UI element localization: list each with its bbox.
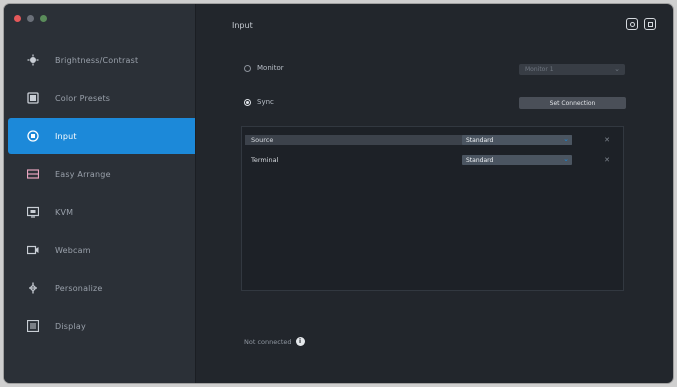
easy-arrange-icon bbox=[27, 168, 39, 180]
sidebar-item-color-presets[interactable]: Color Presets bbox=[4, 80, 195, 116]
sidebar-item-label: Personalize bbox=[55, 283, 103, 293]
input-source-value: Standard bbox=[466, 156, 494, 164]
monitor-panel: Source Standard ⌄ ✕ Terminal Standard ⌄ … bbox=[241, 126, 624, 291]
sidebar-item-brightness[interactable]: Brightness/Contrast bbox=[4, 42, 195, 78]
input-icon bbox=[27, 130, 39, 142]
maximize-window-button[interactable] bbox=[40, 15, 47, 22]
app-window: Brightness/Contrast Color Presets Input … bbox=[4, 4, 673, 383]
kvm-icon bbox=[27, 206, 39, 218]
table-row: Terminal Standard ⌄ bbox=[245, 155, 572, 165]
set-connection-button[interactable]: Set Connection bbox=[519, 97, 626, 109]
monitor-name: Source bbox=[251, 136, 274, 144]
chevron-down-icon: ⌄ bbox=[563, 135, 569, 143]
personalize-icon bbox=[27, 282, 39, 294]
webcam-icon bbox=[27, 244, 39, 256]
monitor-select-value: Monitor 1 bbox=[525, 66, 554, 73]
sidebar-item-label: KVM bbox=[55, 207, 74, 217]
sidebar-item-label: Easy Arrange bbox=[55, 169, 111, 179]
gear-icon bbox=[629, 21, 635, 27]
sidebar-item-input[interactable]: Input bbox=[8, 118, 195, 154]
monitor-select[interactable]: Monitor 1 ⌄ bbox=[519, 64, 625, 75]
info-icon[interactable]: i bbox=[295, 337, 305, 346]
chevron-down-icon: ⌄ bbox=[614, 65, 620, 73]
row-remove-button[interactable]: ✕ bbox=[603, 156, 611, 164]
sidebar-item-webcam[interactable]: Webcam bbox=[4, 232, 195, 268]
page-title: Input bbox=[232, 21, 253, 30]
sidebar-item-personalize[interactable]: Personalize bbox=[4, 270, 195, 306]
color-presets-icon bbox=[27, 92, 39, 104]
settings-button[interactable] bbox=[626, 18, 638, 30]
help-button[interactable] bbox=[644, 18, 656, 30]
sidebar-item-display[interactable]: Display bbox=[4, 308, 195, 344]
close-icon: ✕ bbox=[604, 156, 610, 164]
sync-radio[interactable] bbox=[244, 98, 251, 106]
sidebar-item-label: Display bbox=[55, 321, 86, 331]
option-monitor[interactable]: Monitor bbox=[244, 64, 284, 72]
window-controls bbox=[14, 15, 47, 22]
input-source-select[interactable]: Standard ⌄ bbox=[462, 155, 572, 165]
option-label: Sync bbox=[257, 98, 274, 106]
sidebar-item-label: Brightness/Contrast bbox=[55, 55, 139, 65]
table-row: Source Standard ⌄ bbox=[245, 135, 572, 145]
chevron-down-icon: ⌄ bbox=[563, 155, 569, 163]
brightness-icon bbox=[27, 54, 39, 66]
monitor-name: Terminal bbox=[251, 156, 279, 164]
row-remove-button[interactable]: ✕ bbox=[603, 136, 611, 144]
sidebar: Brightness/Contrast Color Presets Input … bbox=[4, 4, 196, 383]
close-icon: ✕ bbox=[604, 136, 610, 144]
sidebar-item-label: Color Presets bbox=[55, 93, 111, 103]
sidebar-item-kvm[interactable]: KVM bbox=[4, 194, 195, 230]
option-sync[interactable]: Sync bbox=[244, 98, 274, 106]
option-label: Monitor bbox=[257, 64, 284, 72]
sidebar-item-label: Input bbox=[55, 131, 77, 141]
input-source-select[interactable]: Standard ⌄ bbox=[462, 135, 572, 145]
display-icon bbox=[27, 320, 39, 332]
sidebar-item-label: Webcam bbox=[55, 245, 91, 255]
connection-status-text: Not connected bbox=[244, 337, 292, 346]
close-window-button[interactable] bbox=[14, 15, 21, 22]
input-source-value: Standard bbox=[466, 136, 494, 144]
sidebar-item-easy-arrange[interactable]: Easy Arrange bbox=[4, 156, 195, 192]
monitor-radio[interactable] bbox=[244, 64, 251, 72]
help-icon bbox=[647, 21, 653, 27]
minimize-window-button[interactable] bbox=[27, 15, 34, 22]
connection-status: Not connected i bbox=[244, 337, 305, 346]
